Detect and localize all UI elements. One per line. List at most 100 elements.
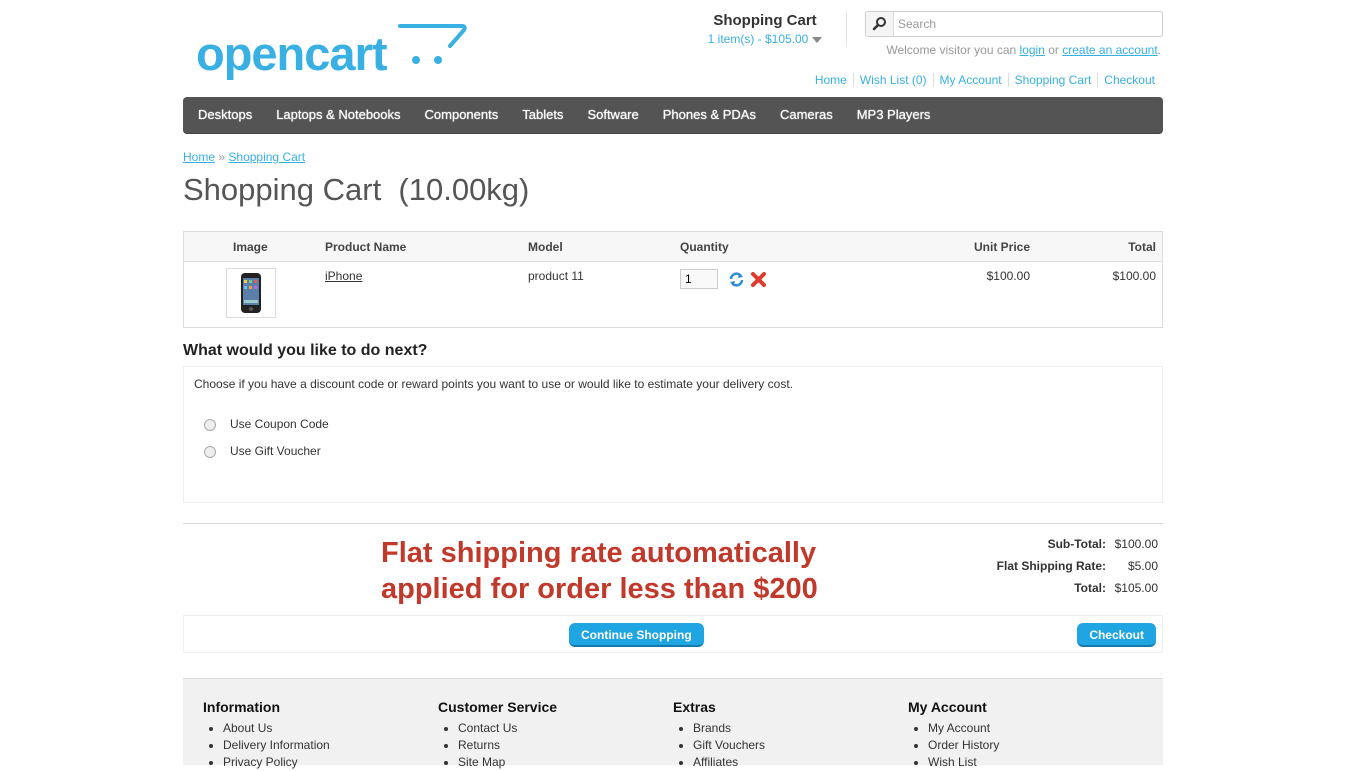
product-thumbnail[interactable]: [226, 268, 276, 318]
footer-information: Information About Us Delivery Informatio…: [203, 699, 423, 771]
menu-item-desktops[interactable]: Desktops: [186, 97, 264, 133]
footer-link[interactable]: Site Map: [458, 755, 505, 769]
menu-label: Cameras: [779, 107, 833, 122]
voucher-option[interactable]: Use Gift Voucher: [204, 444, 321, 458]
next-heading: What would you like to do next?: [183, 342, 428, 359]
total-label: Total:: [1074, 581, 1106, 595]
logo-text: opencart: [196, 27, 387, 80]
cart-summary-text: 1 item(s) - $105.00: [707, 32, 809, 46]
search-box: [865, 11, 1163, 37]
footer-link[interactable]: Contact Us: [458, 721, 517, 735]
top-link-wishlist[interactable]: Wish List (0): [852, 73, 933, 87]
footer-link[interactable]: About Us: [223, 721, 272, 735]
menu-item-phones[interactable]: Phones & PDAs: [651, 97, 768, 133]
welcome-suffix: .: [1157, 43, 1161, 57]
top-links: Home Wish List (0) My Account Shopping Cart…: [700, 73, 1161, 87]
create-account-link[interactable]: create an account: [1062, 43, 1157, 57]
footer-link[interactable]: Returns: [458, 738, 500, 752]
welcome-prefix: Welcome visitor you can: [886, 43, 1017, 57]
subtotal-label: Sub-Total:: [1047, 537, 1106, 551]
cart-buttons: Continue Shopping Checkout: [183, 615, 1163, 653]
menu-item-cameras[interactable]: Cameras: [768, 97, 845, 133]
search-input[interactable]: [898, 15, 1148, 33]
footer-link[interactable]: Delivery Information: [223, 738, 330, 752]
header-unit-price: Unit Price: [973, 240, 1030, 254]
menu-item-components[interactable]: Components: [413, 97, 511, 133]
footer-heading: Customer Service: [438, 699, 558, 715]
menu-item-tablets[interactable]: Tablets: [510, 97, 575, 133]
footer-link[interactable]: Privacy Policy: [223, 755, 298, 769]
cart-table: Image Product Name Model Quantity Unit P…: [183, 231, 1163, 328]
menu-item-software[interactable]: Software: [575, 97, 650, 133]
footer-link[interactable]: Order History: [928, 738, 999, 752]
breadcrumb-current[interactable]: Shopping Cart: [228, 150, 305, 164]
checkout-button[interactable]: Checkout: [1077, 623, 1156, 647]
menu-label: Phones & PDAs: [662, 107, 756, 122]
shipping-value: $5.00: [1127, 559, 1158, 573]
totals-table: Sub-Total: $100.00 Flat Shipping Rate: $…: [940, 536, 1158, 602]
footer-heading: My Account: [908, 699, 987, 715]
header-quantity: Quantity: [680, 240, 729, 254]
footer-link[interactable]: Affiliates: [693, 755, 738, 769]
subtotal-value: $100.00: [1114, 537, 1158, 551]
menu-item-laptops[interactable]: Laptops & Notebooks: [264, 97, 412, 133]
breadcrumb: Home » Shopping Cart: [183, 150, 305, 164]
shipping-label: Flat Shipping Rate:: [996, 559, 1106, 573]
footer-link[interactable]: Gift Vouchers: [693, 738, 765, 752]
welcome-message: Welcome visitor you can login or create …: [865, 43, 1161, 57]
total-row: Total: $105.00: [940, 580, 1158, 602]
menu-label: Software: [587, 107, 639, 122]
breadcrumb-separator: »: [218, 150, 226, 164]
menu-item-mp3[interactable]: MP3 Players: [845, 97, 943, 133]
iphone-image: [241, 273, 261, 313]
total-value: $105.00: [1114, 581, 1158, 595]
top-link-account[interactable]: My Account: [932, 73, 1008, 87]
footer-extras: Extras Brands Gift Vouchers Affiliates: [673, 699, 893, 771]
main-menu: Desktops Laptops & Notebooks Components …: [183, 97, 1163, 134]
menu-label: MP3 Players: [856, 107, 931, 122]
footer-heading: Extras: [673, 699, 716, 715]
coupon-option[interactable]: Use Coupon Code: [204, 417, 329, 431]
continue-shopping-button[interactable]: Continue Shopping: [569, 623, 704, 647]
chevron-down-icon[interactable]: [812, 36, 823, 43]
search-icon: [872, 17, 886, 31]
product-name-link[interactable]: iPhone: [325, 269, 362, 283]
next-options-box: Choose if you have a discount code or re…: [183, 366, 1163, 503]
coupon-label: Use Coupon Code: [230, 417, 329, 431]
voucher-radio[interactable]: [204, 445, 216, 458]
login-link[interactable]: login: [1020, 43, 1045, 57]
footer-customer-service: Customer Service Contact Us Returns Site…: [438, 699, 658, 771]
top-link-checkout[interactable]: Checkout: [1097, 73, 1161, 87]
annotation-line-2: applied for order less than $200: [381, 573, 818, 605]
remove-icon[interactable]: [751, 272, 766, 287]
coupon-radio[interactable]: [204, 418, 216, 431]
header-cart-summary[interactable]: 1 item(s) - $105.00: [700, 32, 830, 46]
header-cart-title[interactable]: Shopping Cart: [700, 12, 830, 29]
top-link-home[interactable]: Home: [809, 73, 853, 87]
footer-link[interactable]: My Account: [928, 721, 990, 735]
opencart-logo[interactable]: opencart: [196, 18, 471, 80]
header-divider: [846, 12, 847, 46]
refresh-icon[interactable]: [728, 271, 745, 288]
header-total: Total: [1128, 240, 1156, 254]
header-product-name: Product Name: [325, 240, 407, 254]
subtotal-row: Sub-Total: $100.00: [940, 536, 1158, 558]
next-description: Choose if you have a discount code or re…: [194, 377, 793, 391]
footer-link[interactable]: Wish List: [928, 755, 977, 769]
footer-link[interactable]: Brands: [693, 721, 731, 735]
header-cart[interactable]: Shopping Cart 1 item(s) - $105.00: [700, 12, 830, 46]
cart-logo-icon: [398, 24, 467, 64]
shipping-annotation: Flat shipping rate automatically applied…: [381, 535, 841, 607]
unit-price: $100.00: [986, 269, 1030, 283]
search-button[interactable]: [866, 12, 894, 36]
page-title: Shopping Cart (10.00kg): [183, 172, 530, 207]
top-link-cart[interactable]: Shopping Cart: [1007, 73, 1098, 87]
quantity-input[interactable]: [680, 269, 718, 289]
menu-label: Tablets: [522, 107, 564, 122]
footer-my-account: My Account My Account Order History Wish…: [908, 699, 1128, 771]
product-model: product 11: [528, 269, 584, 283]
row-total: $100.00: [1112, 269, 1156, 283]
totals-divider: [183, 523, 1163, 524]
header-image: Image: [233, 240, 268, 254]
breadcrumb-home[interactable]: Home: [183, 150, 215, 164]
